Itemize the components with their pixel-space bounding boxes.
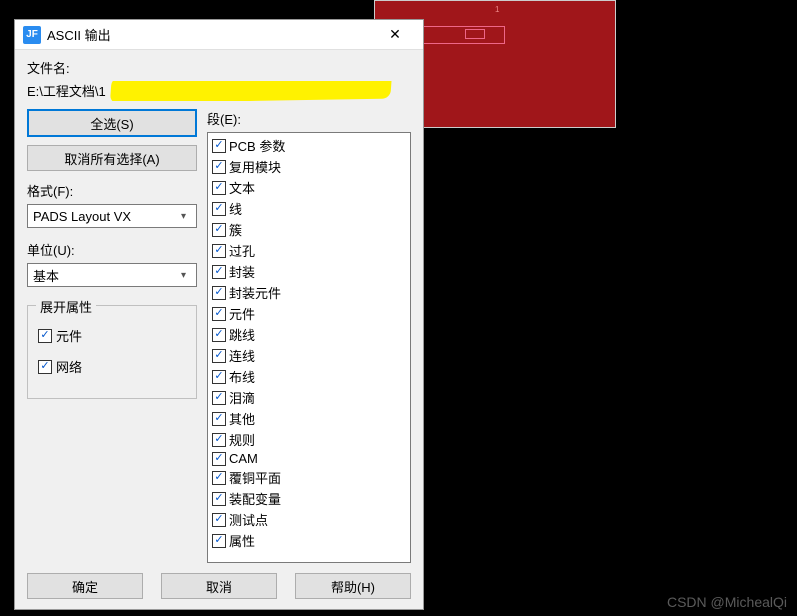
filepath-text: E:\工程文档\1 xyxy=(27,84,106,99)
checkbox-icon: ✓ xyxy=(212,265,226,279)
section-item-label: 过孔 xyxy=(229,241,255,260)
unit-label: 单位(U): xyxy=(27,240,197,259)
section-item[interactable]: ✓过孔 xyxy=(212,240,406,261)
filepath-row: E:\工程文档\1 xyxy=(27,81,411,101)
section-item[interactable]: ✓文本 xyxy=(212,177,406,198)
checkbox-icon: ✓ xyxy=(212,412,226,426)
deselect-all-button[interactable]: 取消所有选择(A) xyxy=(27,145,197,171)
section-item-label: 连线 xyxy=(229,346,255,365)
format-value: PADS Layout VX xyxy=(33,209,131,224)
expand-checkbox[interactable]: ✓ 元件 xyxy=(38,326,186,345)
section-item[interactable]: ✓测试点 xyxy=(212,509,406,530)
window-title: ASCII 输出 xyxy=(47,25,375,44)
checkbox-icon: ✓ xyxy=(212,513,226,527)
section-item-label: 测试点 xyxy=(229,510,268,529)
checkbox-icon: ✓ xyxy=(38,329,52,343)
checkbox-icon: ✓ xyxy=(212,223,226,237)
checkbox-icon: ✓ xyxy=(212,286,226,300)
close-button[interactable]: ✕ xyxy=(375,21,415,49)
checkbox-icon: ✓ xyxy=(212,244,226,258)
ok-button[interactable]: 确定 xyxy=(27,573,143,599)
select-all-button[interactable]: 全选(S) xyxy=(27,109,197,137)
section-item-label: 属性 xyxy=(229,531,255,550)
section-item[interactable]: ✓PCB 参数 xyxy=(212,135,406,156)
section-item-label: 其他 xyxy=(229,409,255,428)
chevron-down-icon: ▾ xyxy=(181,211,191,222)
checkbox-icon: ✓ xyxy=(212,181,226,195)
section-item[interactable]: ✓CAM xyxy=(212,450,406,467)
filename-label: 文件名: xyxy=(27,58,411,77)
section-item-label: 覆铜平面 xyxy=(229,468,281,487)
section-item[interactable]: ✓装配变量 xyxy=(212,488,406,509)
section-item-label: 簇 xyxy=(229,220,242,239)
checkbox-icon: ✓ xyxy=(212,307,226,321)
section-item[interactable]: ✓跳线 xyxy=(212,324,406,345)
checkbox-icon: ✓ xyxy=(212,202,226,216)
section-label: 段(E): xyxy=(207,109,411,128)
unit-combobox[interactable]: 基本 ▾ xyxy=(27,263,197,287)
cancel-button[interactable]: 取消 xyxy=(161,573,277,599)
section-item[interactable]: ✓封装 xyxy=(212,261,406,282)
section-item-label: 封装 xyxy=(229,262,255,281)
expand-checkbox-label: 元件 xyxy=(56,326,82,345)
section-item[interactable]: ✓属性 xyxy=(212,530,406,551)
section-item[interactable]: ✓覆铜平面 xyxy=(212,467,406,488)
section-item-label: 布线 xyxy=(229,367,255,386)
watermark: CSDN @MichealQi xyxy=(667,594,787,610)
section-item-label: 元件 xyxy=(229,304,255,323)
section-item[interactable]: ✓规则 xyxy=(212,429,406,450)
ascii-export-dialog: JF ASCII 输出 ✕ 文件名: E:\工程文档\1 全选(S) 取消所有选… xyxy=(14,19,424,610)
section-item[interactable]: ✓簇 xyxy=(212,219,406,240)
section-item-label: 封装元件 xyxy=(229,283,281,302)
section-item[interactable]: ✓连线 xyxy=(212,345,406,366)
section-item[interactable]: ✓封装元件 xyxy=(212,282,406,303)
section-item-label: 线 xyxy=(229,199,242,218)
titlebar: JF ASCII 输出 ✕ xyxy=(15,20,423,50)
checkbox-icon: ✓ xyxy=(212,349,226,363)
section-item-label: CAM xyxy=(229,451,258,466)
expand-checkbox-label: 网络 xyxy=(56,357,82,376)
section-listbox[interactable]: ✓PCB 参数✓复用模块✓文本✓线✓簇✓过孔✓封装✓封装元件✓元件✓跳线✓连线✓… xyxy=(207,132,411,563)
section-item-label: PCB 参数 xyxy=(229,136,285,155)
section-item[interactable]: ✓元件 xyxy=(212,303,406,324)
expand-attributes-group: 展开属性 ✓元件✓网络 xyxy=(27,305,197,399)
section-item[interactable]: ✓其他 xyxy=(212,408,406,429)
checkbox-icon: ✓ xyxy=(212,328,226,342)
format-combobox[interactable]: PADS Layout VX ▾ xyxy=(27,204,197,228)
checkbox-icon: ✓ xyxy=(212,370,226,384)
section-item[interactable]: ✓复用模块 xyxy=(212,156,406,177)
section-item-label: 装配变量 xyxy=(229,489,281,508)
checkbox-icon: ✓ xyxy=(212,433,226,447)
section-item-label: 跳线 xyxy=(229,325,255,344)
expand-group-title: 展开属性 xyxy=(36,297,96,316)
checkbox-icon: ✓ xyxy=(212,139,226,153)
format-label: 格式(F): xyxy=(27,181,197,200)
checkbox-icon: ✓ xyxy=(212,452,226,466)
help-button[interactable]: 帮助(H) xyxy=(295,573,411,599)
expand-checkbox[interactable]: ✓ 网络 xyxy=(38,357,186,376)
section-item[interactable]: ✓泪滴 xyxy=(212,387,406,408)
app-icon: JF xyxy=(23,26,41,44)
checkbox-icon: ✓ xyxy=(212,492,226,506)
checkbox-icon: ✓ xyxy=(38,360,52,374)
checkbox-icon: ✓ xyxy=(212,160,226,174)
section-item-label: 泪滴 xyxy=(229,388,255,407)
chevron-down-icon: ▾ xyxy=(181,270,191,281)
checkbox-icon: ✓ xyxy=(212,471,226,485)
section-item-label: 规则 xyxy=(229,430,255,449)
section-item[interactable]: ✓线 xyxy=(212,198,406,219)
checkbox-icon: ✓ xyxy=(212,391,226,405)
section-item-label: 复用模块 xyxy=(229,157,281,176)
checkbox-icon: ✓ xyxy=(212,534,226,548)
unit-value: 基本 xyxy=(33,266,59,285)
section-item[interactable]: ✓布线 xyxy=(212,366,406,387)
section-item-label: 文本 xyxy=(229,178,255,197)
